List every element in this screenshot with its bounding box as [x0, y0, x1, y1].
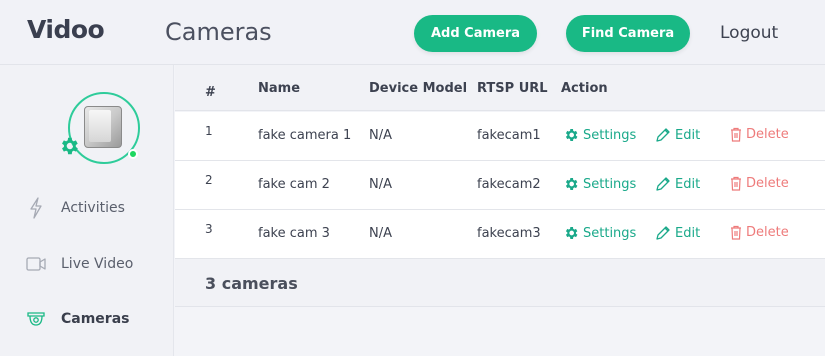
table-row: 1 fake camera 1 N/A fakecam1 Settings Ed…	[175, 112, 825, 161]
gear-icon	[565, 178, 578, 190]
sidebar-item-label: Cameras	[61, 311, 130, 327]
pencil-icon	[656, 226, 670, 240]
column-header-rtsp-url: RTSP URL	[477, 81, 548, 96]
delete-label: Delete	[746, 176, 789, 191]
trash-icon	[731, 176, 741, 191]
device-model: N/A	[369, 128, 392, 143]
table-footer: 3 cameras	[175, 259, 825, 307]
gear-icon	[565, 227, 578, 239]
settings-button[interactable]: Settings	[563, 127, 636, 143]
edit-label: Edit	[675, 176, 701, 192]
logout-link[interactable]: Logout	[720, 23, 778, 43]
gear-icon	[565, 129, 578, 141]
edit-label: Edit	[675, 225, 701, 241]
column-header-number: #	[205, 85, 216, 100]
page-title: Cameras	[165, 18, 272, 46]
column-header-name: Name	[258, 81, 301, 96]
row-number: 3	[205, 222, 213, 236]
settings-label: Settings	[583, 225, 637, 241]
online-status-dot	[128, 149, 138, 159]
app-logo[interactable]: Vidoo	[27, 15, 105, 44]
pencil-icon	[656, 177, 670, 191]
settings-label: Settings	[583, 127, 637, 143]
rtsp-url: fakecam2	[477, 177, 541, 192]
camera-count: 3 cameras	[205, 274, 298, 293]
delete-button[interactable]: Delete	[730, 176, 789, 191]
row-number: 2	[205, 173, 213, 187]
delete-label: Delete	[746, 225, 789, 240]
camera-name: fake cam 2	[258, 177, 330, 192]
trash-icon	[731, 225, 741, 240]
delete-button[interactable]: Delete	[730, 225, 789, 240]
settings-button[interactable]: Settings	[563, 176, 636, 192]
rtsp-url: fakecam3	[477, 226, 541, 241]
pencil-icon	[656, 128, 670, 142]
edit-button[interactable]: Edit	[655, 176, 700, 192]
trash-icon	[731, 127, 741, 142]
video-icon	[26, 257, 46, 271]
delete-button[interactable]: Delete	[730, 127, 789, 142]
gear-icon	[58, 135, 80, 161]
sidebar-item-live-video[interactable]: Live Video	[0, 249, 174, 279]
column-header-device-model: Device Model	[369, 81, 468, 96]
device-model: N/A	[369, 177, 392, 192]
camera-device-image	[84, 106, 122, 148]
camera-icon	[26, 311, 46, 327]
sidebar-item-activities[interactable]: Activities	[0, 193, 174, 223]
camera-name: fake cam 3	[258, 226, 330, 241]
table-header: # Name Device Model RTSP URL Action	[175, 65, 825, 111]
table-row: 2 fake cam 2 N/A fakecam2 Settings Edit …	[175, 161, 825, 210]
add-camera-button[interactable]: Add Camera	[414, 15, 537, 52]
top-bar: Vidoo Cameras Add Camera Find Camera Log…	[0, 0, 825, 65]
settings-button[interactable]: Settings	[563, 225, 636, 241]
find-camera-button[interactable]: Find Camera	[566, 15, 690, 52]
sidebar-item-cameras[interactable]: Cameras	[0, 304, 174, 334]
edit-button[interactable]: Edit	[655, 225, 700, 241]
column-header-action: Action	[561, 81, 608, 96]
lightning-icon	[26, 197, 46, 219]
camera-table: # Name Device Model RTSP URL Action 1 fa…	[175, 65, 825, 356]
row-number: 1	[205, 124, 213, 138]
rtsp-url: fakecam1	[477, 128, 541, 143]
edit-label: Edit	[675, 127, 701, 143]
settings-label: Settings	[583, 176, 637, 192]
camera-name: fake camera 1	[258, 128, 352, 143]
delete-label: Delete	[746, 127, 789, 142]
sidebar: Activities Live Video Cameras	[0, 65, 174, 356]
sidebar-item-label: Live Video	[61, 256, 134, 272]
sidebar-item-label: Activities	[61, 200, 125, 216]
table-row: 3 fake cam 3 N/A fakecam3 Settings Edit …	[175, 210, 825, 259]
edit-button[interactable]: Edit	[655, 127, 700, 143]
device-model: N/A	[369, 226, 392, 241]
